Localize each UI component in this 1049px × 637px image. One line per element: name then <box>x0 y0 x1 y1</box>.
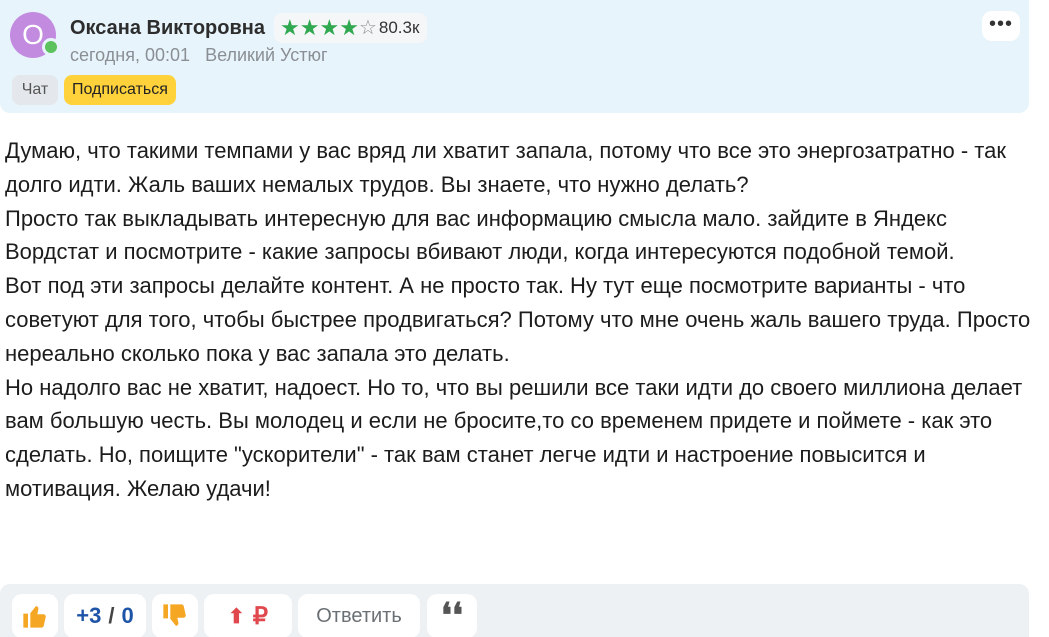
arrow-up-icon: ⬆ <box>227 605 245 628</box>
score-separator: / <box>108 603 115 628</box>
author-rating[interactable]: ★ ★ ★ ★ ☆ 80.3к <box>274 13 428 43</box>
score-plus: +3 <box>76 603 102 628</box>
chat-button[interactable]: Чат <box>12 75 58 105</box>
online-status-indicator <box>42 38 60 56</box>
comment-paragraph: Просто так выкладывать интересную для ва… <box>5 205 955 265</box>
reply-button[interactable]: Ответить <box>298 594 420 637</box>
dislike-button[interactable] <box>152 594 198 637</box>
rating-count: 80.3к <box>378 18 420 37</box>
ruble-icon: ₽ <box>252 602 269 630</box>
more-options-button[interactable]: ••• <box>982 11 1020 41</box>
comment-meta: сегодня, 00:01 Великий Устюг <box>70 45 328 66</box>
subscribe-button[interactable]: Подписаться <box>64 75 176 105</box>
star-filled-icon: ★ <box>280 15 300 40</box>
thumbs-up-icon <box>23 606 46 628</box>
star-empty-icon: ☆ <box>358 17 377 39</box>
donate-button[interactable]: ⬆ ₽ <box>204 594 292 637</box>
comment-date: сегодня, 00:01 <box>70 45 191 65</box>
thumbs-down-icon <box>163 604 186 626</box>
comment-body: Думаю, что такими темпами у вас вряд ли … <box>5 134 1045 506</box>
comment-paragraph: Вот под эти запросы делайте контент. А н… <box>5 273 1031 366</box>
comment-paragraph: Но надолго вас не хватит, надоест. Но то… <box>5 374 1023 501</box>
score-minus: 0 <box>121 603 134 628</box>
star-filled-icon: ★ <box>299 15 320 40</box>
star-filled-icon: ★ <box>319 15 340 40</box>
like-button[interactable] <box>12 594 58 637</box>
star-filled-icon: ★ <box>339 15 359 40</box>
rating-score: +3 / 0 <box>64 594 146 637</box>
comment-header: О Оксана Викторовна ★ ★ ★ ★ ☆ 80.3к сего… <box>0 0 1029 113</box>
author-location: Великий Устюг <box>205 45 328 65</box>
comment-paragraph: Думаю, что такими темпами у вас вряд ли … <box>5 138 1006 197</box>
author-name[interactable]: Оксана Викторовна <box>70 17 265 40</box>
quote-button[interactable]: ❛❛ <box>427 594 477 637</box>
quote-icon: ❛❛ <box>441 597 463 635</box>
comment-actions: +3 / 0 ⬆ ₽ Ответить ❛❛ <box>0 584 1029 637</box>
